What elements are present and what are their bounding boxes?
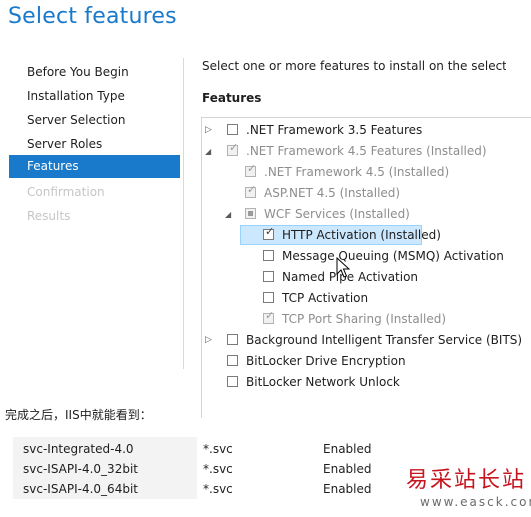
tree-item-label: .NET Framework 4.5 (Installed) bbox=[264, 165, 450, 179]
checkbox[interactable] bbox=[227, 355, 238, 366]
checkbox[interactable] bbox=[227, 124, 238, 135]
tree-item-label: TCP Port Sharing (Installed) bbox=[282, 312, 447, 326]
checkbox[interactable] bbox=[263, 271, 274, 282]
checkmark-icon: ✓ bbox=[265, 309, 275, 322]
features-heading: Features bbox=[202, 91, 262, 105]
nav-divider bbox=[183, 58, 184, 369]
checkbox[interactable] bbox=[263, 292, 274, 303]
nav-item-confirmation: Confirmation bbox=[27, 185, 105, 199]
handler-state: Enabled bbox=[323, 442, 372, 456]
nav-item-before-you-begin[interactable]: Before You Begin bbox=[27, 65, 129, 79]
handler-name: svc-ISAPI-4.0_64bit bbox=[23, 482, 138, 496]
watermark-url: www.easck.com bbox=[420, 495, 531, 509]
mouse-cursor-icon bbox=[336, 257, 350, 278]
handler-path: *.svc bbox=[203, 462, 233, 476]
checkbox[interactable] bbox=[227, 376, 238, 387]
expand-arrow-icon[interactable]: ▷ bbox=[205, 331, 215, 350]
handler-state: Enabled bbox=[323, 462, 372, 476]
collapse-arrow-icon[interactable]: ◢ bbox=[205, 142, 215, 161]
tree-item-label: Message Queuing (MSMQ) Activation bbox=[282, 249, 504, 263]
checkbox: ✓ bbox=[245, 183, 257, 198]
handler-path: *.svc bbox=[203, 482, 233, 496]
handler-path: *.svc bbox=[203, 442, 233, 456]
intro-text: Select one or more features to install o… bbox=[202, 59, 506, 73]
page-title: Select features bbox=[8, 4, 177, 29]
checkbox: ✓ bbox=[227, 141, 239, 156]
caption-text: 完成之后，IIS中就能看到： bbox=[5, 408, 152, 422]
checkmark-icon: ✓ bbox=[247, 162, 257, 175]
tree-item-label: .NET Framework 3.5 Features bbox=[246, 123, 423, 137]
handler-name: svc-ISAPI-4.0_32bit bbox=[23, 462, 138, 476]
tree-item-label: BitLocker Drive Encryption bbox=[246, 354, 406, 368]
tree-item-label: Background Intelligent Transfer Service … bbox=[246, 333, 523, 347]
nav-item-server-selection[interactable]: Server Selection bbox=[27, 113, 125, 127]
nav-item-results: Results bbox=[27, 209, 71, 223]
tree-item-label: .NET Framework 4.5 Features (Installed) bbox=[246, 144, 487, 158]
nav-item-features[interactable]: Features bbox=[9, 155, 180, 178]
handler-state: Enabled bbox=[323, 482, 372, 496]
checkmark-icon: ✓ bbox=[265, 225, 275, 238]
checkbox[interactable] bbox=[263, 250, 274, 261]
checkbox[interactable]: ✓ bbox=[263, 225, 275, 240]
tree-item-label: HTTP Activation (Installed) bbox=[282, 228, 441, 242]
checkmark-icon: ✓ bbox=[229, 141, 239, 154]
tree-item-label: WCF Services (Installed) bbox=[264, 207, 410, 221]
nav-item-features-label: Features bbox=[27, 159, 79, 173]
handler-name: svc-Integrated-4.0 bbox=[23, 442, 134, 456]
checkbox: ✓ bbox=[263, 309, 275, 324]
collapse-arrow-icon[interactable]: ◢ bbox=[225, 205, 235, 224]
tree-item-label: TCP Activation bbox=[282, 291, 369, 305]
watermark-logo: 易采站长站 bbox=[406, 468, 527, 493]
nav-item-installation-type[interactable]: Installation Type bbox=[27, 89, 125, 103]
checkbox: ✓ bbox=[245, 162, 257, 177]
checkbox[interactable] bbox=[227, 334, 238, 345]
tree-item-label: BitLocker Network Unlock bbox=[246, 375, 400, 389]
checkbox[interactable] bbox=[245, 208, 256, 219]
expand-arrow-icon[interactable]: ▷ bbox=[205, 121, 215, 140]
tree-item-label: Named Pipe Activation bbox=[282, 270, 419, 284]
checkmark-icon: ✓ bbox=[247, 183, 257, 196]
tree-item-label: ASP.NET 4.5 (Installed) bbox=[264, 186, 401, 200]
partial-check-icon bbox=[248, 211, 253, 216]
nav-item-server-roles[interactable]: Server Roles bbox=[27, 137, 102, 151]
